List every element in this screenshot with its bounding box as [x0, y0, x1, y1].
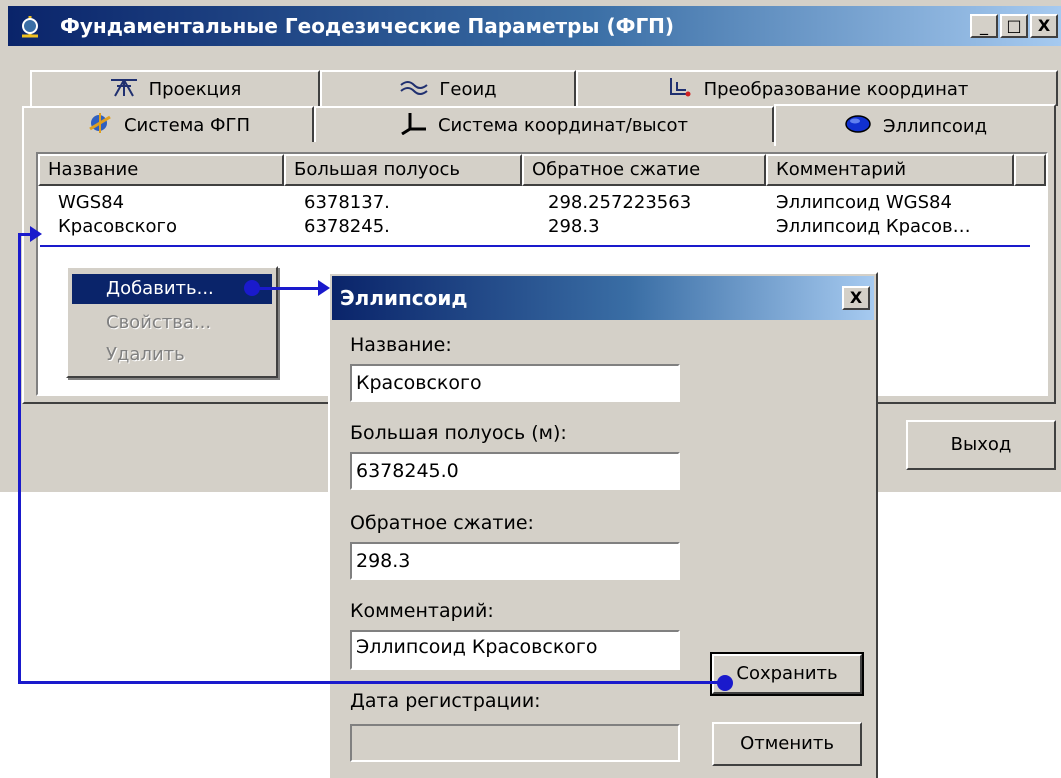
column-header-inverse-flattening[interactable]: Обратное сжатие [522, 154, 766, 186]
save-button[interactable]: Сохранить [710, 652, 864, 696]
connector-line [18, 681, 724, 684]
connector-line [40, 245, 1030, 247]
maximize-button[interactable]: □ [1000, 14, 1028, 38]
fgp-system-icon [86, 111, 114, 140]
name-label: Название: [350, 334, 452, 356]
minimize-button[interactable]: _ [970, 14, 998, 38]
window-title: Фундаментальные Геодезические Параметры … [60, 14, 675, 38]
connector-line [18, 233, 21, 683]
column-header-name[interactable]: Название [38, 154, 284, 186]
app-logo-icon [16, 14, 44, 40]
exit-button[interactable]: Выход [906, 420, 1056, 470]
semi-major-axis-label: Большая полуось (м): [350, 422, 567, 444]
menu-item-properties[interactable]: Свойства... [72, 308, 272, 338]
tab-fgp-system[interactable]: Система ФГП [22, 106, 314, 142]
main-title-bar[interactable]: Фундаментальные Геодезические Параметры … [8, 6, 1061, 46]
inverse-flattening-label: Обратное сжатие: [350, 512, 534, 534]
cell-inverse-flattening: 298.3 [548, 216, 600, 237]
cell-name: Красовского [58, 216, 178, 237]
close-button[interactable]: X [1030, 14, 1058, 38]
tab-projection[interactable]: Проекция [30, 70, 320, 106]
ellipsoid-dialog: Эллипсоид X Название: Красовского Больша… [328, 272, 878, 778]
table-row[interactable]: WGS84 6378137. 298.257223563 Эллипсоид W… [38, 192, 1046, 218]
tab-label: Проекция [148, 78, 242, 100]
connector-line [18, 233, 32, 236]
arrow-right-icon [318, 280, 330, 296]
column-header-empty [1014, 154, 1046, 186]
menu-item-add[interactable]: Добавить... [72, 274, 272, 304]
dialog-title: Эллипсоид [340, 286, 468, 310]
coordinate-system-icon [400, 111, 428, 140]
tab-label: Геоид [439, 78, 497, 100]
table-row[interactable]: Красовского 6378245. 298.3 Эллипсоид Кра… [38, 216, 1046, 242]
semi-major-axis-field[interactable]: 6378245.0 [350, 452, 680, 490]
cell-semi-major-axis: 6378137. [304, 192, 390, 213]
cell-semi-major-axis: 6378245. [304, 216, 390, 237]
column-header-comment[interactable]: Комментарий [766, 154, 1014, 186]
cell-comment: Эллипсоид Красов… [776, 216, 971, 237]
tab-coordinate-transform[interactable]: Преобразование координат [576, 70, 1058, 106]
projection-icon [109, 76, 139, 103]
geoid-icon [399, 77, 429, 102]
tab-label: Эллипсоид [882, 115, 988, 137]
connector-dot [244, 280, 260, 296]
menu-item-delete[interactable]: Удалить [72, 340, 272, 370]
connector-dot [717, 675, 733, 691]
tab-geoid[interactable]: Геоид [320, 70, 576, 106]
registration-date-label: Дата регистрации: [350, 690, 541, 712]
dialog-close-button[interactable]: X [842, 286, 870, 310]
registration-date-field[interactable] [350, 724, 680, 762]
cancel-button[interactable]: Отменить [712, 722, 862, 766]
cell-name: WGS84 [58, 192, 125, 213]
coordinate-transform-icon [666, 76, 694, 103]
ellipsoid-icon [843, 113, 873, 140]
tab-label: Система ФГП [123, 114, 251, 136]
tab-coordinate-system[interactable]: Система координат/высот [314, 106, 774, 142]
tab-label: Преобразование координат [703, 78, 969, 100]
connector-line [252, 287, 322, 290]
dialog-title-bar[interactable]: Эллипсоид X [332, 276, 874, 320]
cell-comment: Эллипсоид WGS84 [776, 192, 952, 213]
cell-inverse-flattening: 298.257223563 [548, 192, 692, 213]
comment-label: Комментарий: [350, 600, 494, 622]
name-field[interactable]: Красовского [350, 364, 680, 402]
column-header-semi-major-axis[interactable]: Большая полуось [284, 154, 522, 186]
tab-ellipsoid[interactable]: Эллипсоид [774, 104, 1056, 146]
inverse-flattening-field[interactable]: 298.3 [350, 542, 680, 580]
comment-field[interactable]: Эллипсоид Красовского [350, 630, 680, 670]
tab-label: Система координат/высот [437, 114, 689, 136]
